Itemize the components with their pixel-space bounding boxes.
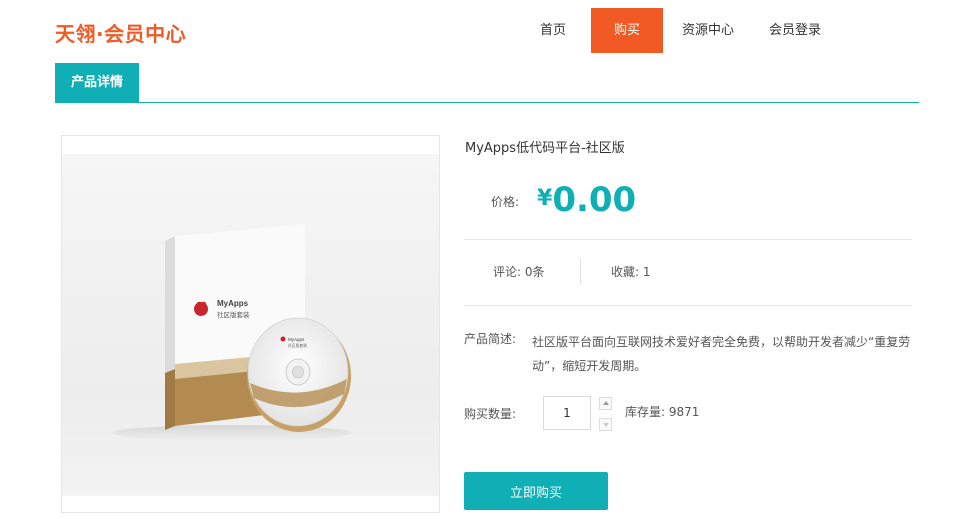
top-nav: 首页 购买 资源中心 会员登录: [515, 8, 837, 53]
buy-now-button[interactable]: 立即购买: [464, 472, 608, 510]
product-box-illustration: MyApps 社区版套装 MyApps 社区版套装: [112, 224, 352, 441]
tab-bar: 产品详情: [55, 63, 919, 103]
chevron-up-icon: [603, 401, 609, 405]
product-title: MyApps低代码平台-社区版: [465, 141, 625, 156]
price-value: ¥0.00: [537, 180, 636, 220]
currency-symbol: ¥: [537, 186, 553, 211]
quantity-decrement-button[interactable]: [599, 418, 612, 431]
divider-vertical: [580, 258, 581, 284]
nav-buy[interactable]: 购买: [591, 8, 663, 53]
nav-home[interactable]: 首页: [515, 8, 591, 53]
nav-resources[interactable]: 资源中心: [663, 8, 753, 53]
tab-product-details[interactable]: 产品详情: [55, 63, 139, 102]
nav-member-login[interactable]: 会员登录: [753, 8, 837, 53]
quantity-label: 购买数量:: [464, 407, 517, 421]
stock-count: 库存量: 9871: [625, 405, 700, 419]
divider: [464, 239, 912, 240]
divider: [464, 305, 912, 306]
favorite-count[interactable]: 收藏: 1: [611, 263, 651, 280]
description-text: 社区版平台面向互联网技术爱好者完全免费，以帮助开发者减少“重复劳动”，缩短开发周…: [532, 335, 911, 373]
disc-sub-text: 社区版套装: [288, 343, 307, 348]
disc-brand-text: MyApps: [288, 337, 305, 342]
quantity-increment-button[interactable]: [599, 397, 612, 410]
quantity-input[interactable]: [543, 396, 591, 430]
product-image: MyApps 社区版套装 MyApps 社区版套装: [61, 135, 440, 513]
box-sub-text: 社区版套装: [217, 310, 250, 319]
description-label: 产品简述:: [464, 332, 517, 346]
box-brand-text: MyApps: [217, 299, 249, 308]
price-label: 价格:: [491, 195, 520, 209]
comment-count[interactable]: 评论: 0条: [493, 263, 545, 280]
site-logo[interactable]: 天翎·会员中心: [55, 18, 186, 47]
price-amount: 0.00: [552, 180, 637, 220]
chevron-down-icon: [603, 423, 609, 427]
